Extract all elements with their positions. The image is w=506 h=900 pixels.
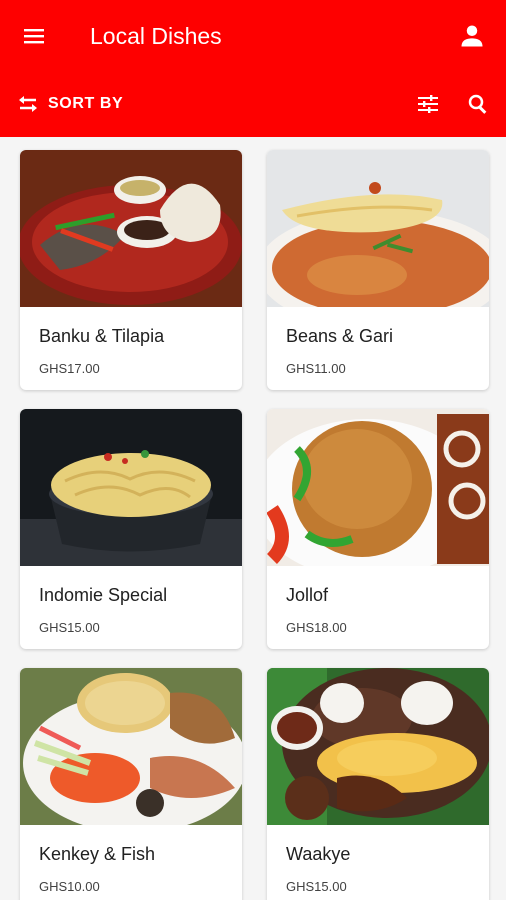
dish-price: GHS11.00 xyxy=(286,361,346,376)
menu-icon xyxy=(24,29,44,44)
dish-card[interactable]: Banku & Tilapia GHS17.00 xyxy=(20,150,242,390)
dish-name: Jollof xyxy=(286,585,329,605)
dish-price: GHS15.00 xyxy=(39,620,100,635)
account-button[interactable] xyxy=(454,18,490,54)
dish-name: Kenkey & Fish xyxy=(39,844,156,864)
dish-name: Beans & Gari xyxy=(286,326,394,346)
dish-card[interactable]: Beans & Gari GHS11.00 xyxy=(267,150,489,390)
dish-image xyxy=(267,668,489,825)
account-icon xyxy=(461,25,483,47)
menu-button[interactable] xyxy=(16,20,52,52)
dish-image xyxy=(20,668,242,825)
dish-name: Banku & Tilapia xyxy=(39,326,165,346)
dish-price: GHS18.00 xyxy=(286,620,347,635)
dish-image xyxy=(20,409,242,566)
search-icon xyxy=(468,94,487,114)
dish-price: GHS10.00 xyxy=(39,879,100,894)
filter-button[interactable] xyxy=(412,88,444,120)
dish-card[interactable]: Indomie Special GHS15.00 xyxy=(20,409,242,649)
sort-by-label: SORT BY xyxy=(48,95,124,112)
dish-price: GHS15.00 xyxy=(286,879,347,894)
dish-card[interactable]: Kenkey & Fish GHS10.00 xyxy=(20,668,242,900)
page-title: Local Dishes xyxy=(90,23,222,49)
app-bar: Local Dishes SORT BY xyxy=(0,0,506,137)
tune-icon xyxy=(418,95,438,113)
dish-grid: Banku & Tilapia GHS17.00 Beans & Gari GH… xyxy=(0,137,506,900)
dish-card[interactable]: Jollof GHS18.00 xyxy=(267,409,489,649)
dish-image xyxy=(267,150,489,307)
dish-price: GHS17.00 xyxy=(39,361,100,376)
dish-card[interactable]: Waakye GHS15.00 xyxy=(267,668,489,900)
dish-name: Indomie Special xyxy=(39,585,168,605)
sort-by-button[interactable]: SORT BY xyxy=(16,88,123,120)
search-button[interactable] xyxy=(462,88,494,120)
dish-image xyxy=(20,150,242,307)
swap-icon xyxy=(19,96,37,112)
dish-image xyxy=(267,409,489,566)
dish-name: Waakye xyxy=(286,844,351,864)
